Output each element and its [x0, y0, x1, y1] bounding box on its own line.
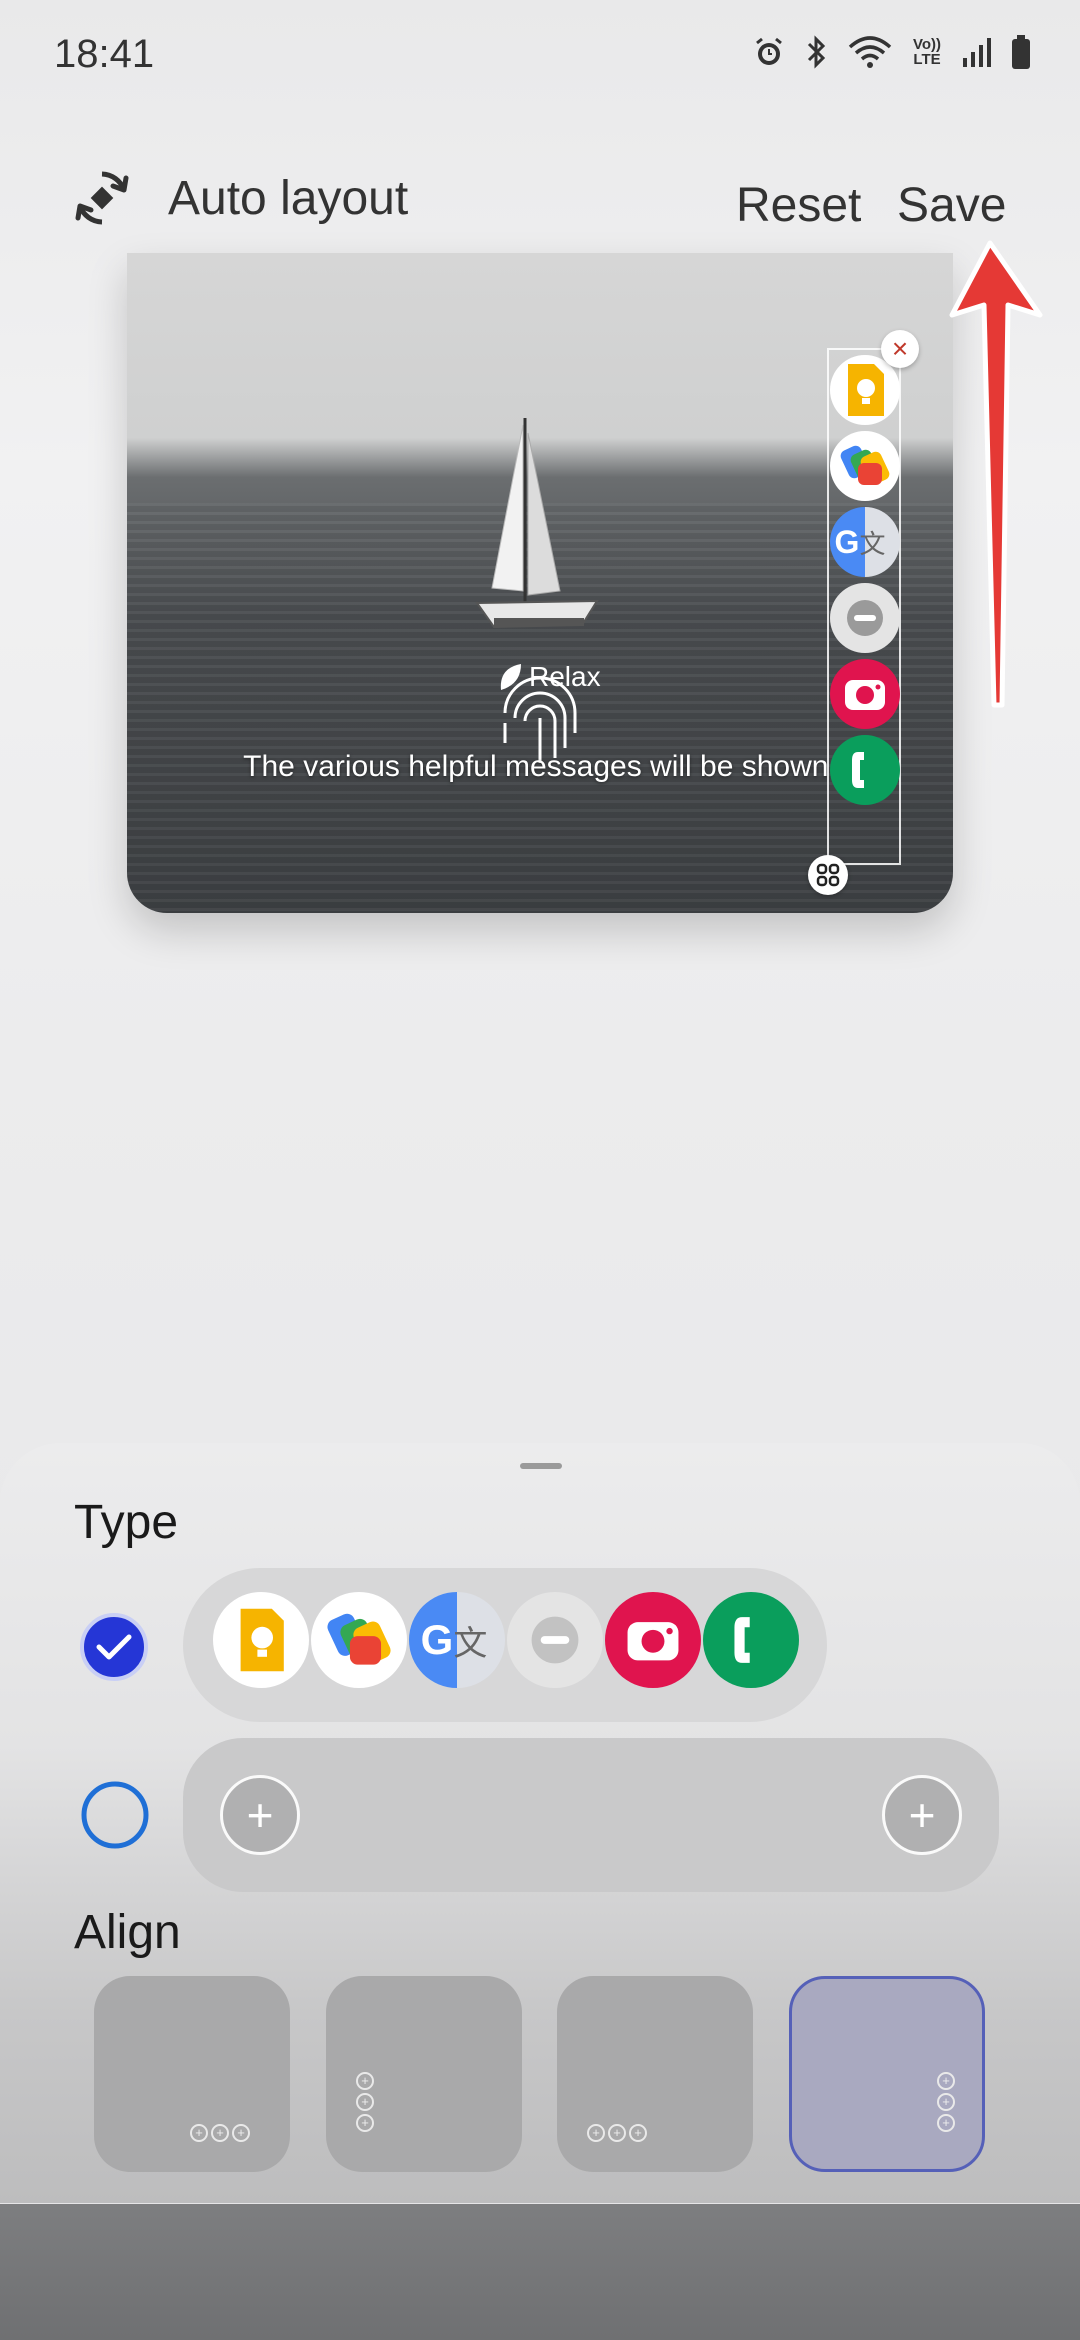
save-button[interactable]: Save [897, 178, 1006, 233]
auto-layout-label: Auto layout [168, 171, 409, 225]
checkmark-icon [96, 1634, 132, 1660]
status-bar: 18:41 Vo)) LTE [0, 0, 1080, 110]
lock-screen-preview: Relax The various helpful messages will … [127, 253, 953, 913]
type-option-2[interactable]: + + [183, 1738, 999, 1892]
type-title: Type [74, 1496, 179, 1549]
wifi-icon [848, 36, 892, 68]
status-time: 18:41 [54, 32, 155, 76]
google-wallet-icon[interactable] [830, 431, 900, 501]
align-option-right-vertical[interactable]: + + + [789, 1976, 985, 2172]
volte-icon: Vo)) LTE [912, 36, 942, 68]
phone-icon[interactable] [830, 735, 900, 805]
editor-header: Auto layout Reset Save [0, 160, 1080, 250]
shortcut-grid-icon[interactable] [808, 855, 848, 895]
google-translate-icon: G文 [409, 1592, 505, 1688]
sailboat-image [475, 418, 599, 629]
sheet-handle[interactable] [520, 1463, 562, 1469]
signal-icon [963, 38, 991, 67]
do-not-disturb-icon[interactable] [830, 583, 900, 653]
align-option-bottom-center[interactable]: + + + [557, 1976, 753, 2172]
align-option-left-vertical[interactable]: + + + [326, 1976, 522, 2172]
do-not-disturb-icon [507, 1592, 603, 1688]
keep-notes-icon[interactable] [830, 355, 900, 425]
red-arrow-annotation [949, 240, 1043, 708]
keep-notes-icon [213, 1592, 309, 1688]
type-option-1-radio[interactable] [80, 1613, 148, 1681]
camera-icon [605, 1592, 701, 1688]
auto-layout-button[interactable]: Auto layout [72, 168, 408, 228]
alarm-icon [756, 37, 782, 65]
add-shortcut-right-button[interactable]: + [882, 1775, 962, 1855]
camera-icon[interactable] [830, 659, 900, 729]
bluetooth-icon [807, 35, 826, 69]
remove-shortcuts-button[interactable]: × [881, 330, 919, 368]
reset-button[interactable]: Reset [736, 178, 861, 233]
type-option-1[interactable]: G文 [183, 1568, 827, 1722]
auto-layout-icon [75, 171, 129, 225]
type-option-2-radio[interactable] [80, 1780, 150, 1850]
phone-icon [703, 1592, 799, 1688]
align-option-bottom-left[interactable]: + + + [94, 1976, 290, 2172]
google-translate-icon[interactable]: G文 [830, 507, 900, 577]
add-shortcut-left-button[interactable]: + [220, 1775, 300, 1855]
layout-options-sheet: Type G文 + + Align + + + + + + + + + + + … [0, 1443, 1080, 2203]
battery-icon [1012, 35, 1030, 69]
google-wallet-icon [311, 1592, 407, 1688]
navigation-bar [0, 2204, 1080, 2340]
status-icons: Vo)) LTE [752, 34, 1032, 70]
align-title: Align [74, 1906, 181, 1959]
